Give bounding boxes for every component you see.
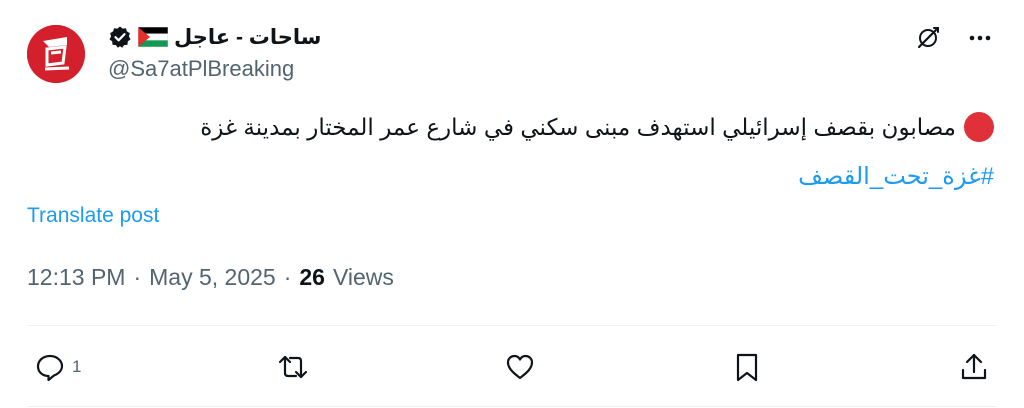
reply-count: 1 bbox=[72, 357, 82, 376]
meta-separator: · bbox=[133, 264, 142, 290]
more-options-icon[interactable] bbox=[966, 24, 994, 52]
tweet-text-line: مصابون بقصف إسرائيلي استهدف مبنى سكني في… bbox=[200, 112, 994, 142]
tweet-time[interactable]: 12:13 PM bbox=[27, 264, 125, 291]
share-button[interactable] bbox=[958, 351, 990, 383]
action-bar: 1 bbox=[34, 348, 990, 386]
divider-bottom bbox=[27, 406, 997, 407]
tweet-meta: 12:13 PM · May 5, 2025 · 26 Views bbox=[27, 264, 394, 291]
share-icon bbox=[961, 353, 987, 380]
views-label: Views bbox=[332, 264, 394, 290]
bookmark-icon bbox=[736, 353, 757, 382]
hashtag-link[interactable]: #غزة_تحت_القصف bbox=[798, 162, 994, 191]
views-count: 26 bbox=[299, 264, 325, 290]
sa7at-logo-icon bbox=[27, 25, 85, 83]
heart-icon bbox=[506, 354, 533, 380]
like-button[interactable] bbox=[504, 351, 536, 383]
repost-icon bbox=[278, 355, 307, 379]
verified-badge-icon bbox=[109, 26, 131, 48]
tweet-date[interactable]: May 5, 2025 bbox=[149, 264, 276, 291]
reply-button[interactable]: 1 bbox=[34, 351, 81, 383]
author-name-row[interactable]: ساحات - عاجل bbox=[108, 22, 321, 52]
repost-button[interactable] bbox=[277, 351, 309, 383]
translate-post-link[interactable]: Translate post bbox=[27, 204, 159, 228]
red-circle-emoji-icon bbox=[964, 112, 994, 142]
reply-icon bbox=[36, 354, 64, 382]
avatar[interactable] bbox=[27, 25, 85, 83]
bookmark-button[interactable] bbox=[731, 351, 763, 383]
grok-icon[interactable] bbox=[914, 24, 942, 52]
author-name[interactable]: ساحات - عاجل bbox=[174, 25, 321, 50]
palestine-flag-icon bbox=[138, 27, 168, 47]
tweet-text: مصابون بقصف إسرائيلي استهدف مبنى سكني في… bbox=[200, 113, 956, 140]
author-handle[interactable]: @Sa7atPlBreaking bbox=[108, 56, 294, 82]
meta-separator-2: · bbox=[283, 264, 292, 290]
divider bbox=[27, 325, 997, 326]
